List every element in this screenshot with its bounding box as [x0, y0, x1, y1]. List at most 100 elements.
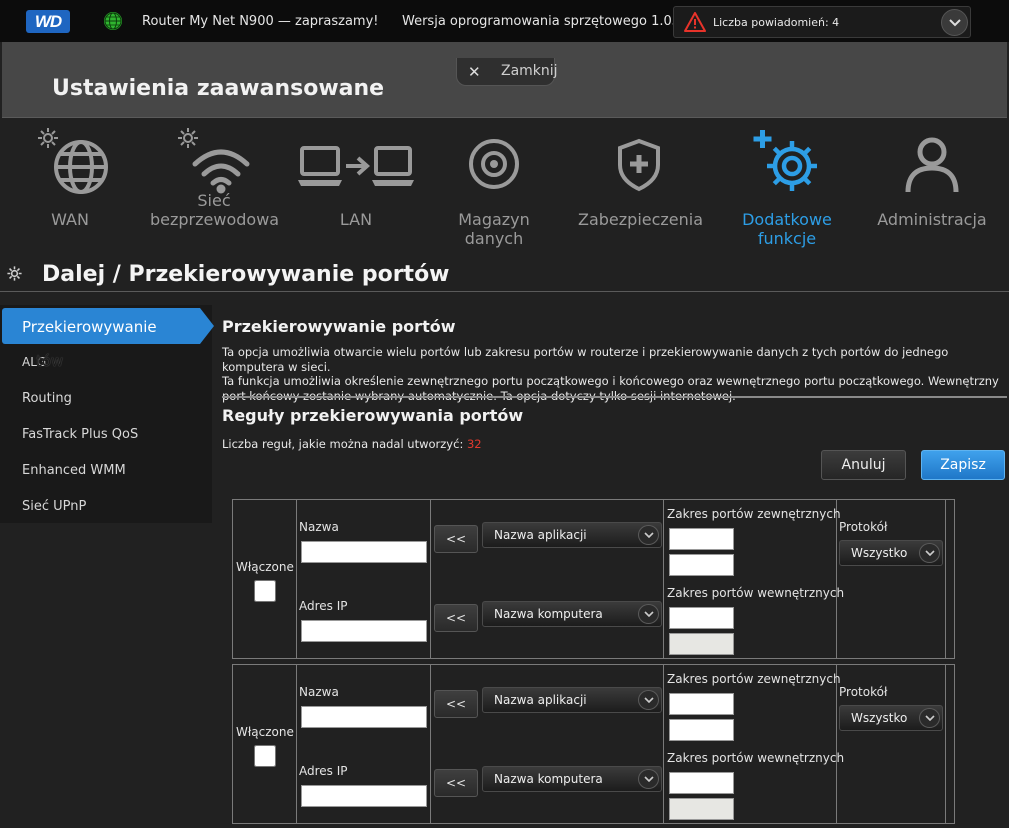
sidebar-item-fastrack-qos[interactable]: FasTrack Plus QoS	[22, 427, 138, 442]
gear-plus-icon	[753, 130, 817, 191]
globe-icon	[104, 12, 122, 30]
nav-security-label: Zabezpieczenia	[578, 210, 704, 229]
application-select[interactable]: Nazwa aplikacji	[482, 687, 662, 713]
nav-wireless-label-1: Sieć	[197, 191, 231, 210]
copy-computer-button[interactable]: <<	[434, 769, 478, 797]
application-select-value: Nazwa aplikacji	[494, 693, 587, 707]
rules-count-label: Liczba reguł, jakie można nadal utworzyć…	[222, 437, 464, 451]
nav-storage-label: Magazyn danych	[458, 210, 530, 248]
enabled-checkbox[interactable]	[254, 580, 276, 602]
port-rule-1: Włączone Nazwa Adres IP << Nazwa aplikac…	[232, 499, 955, 659]
internal-port-start[interactable]	[669, 772, 734, 794]
protocol-select[interactable]: Wszystko	[839, 705, 943, 731]
nav-wan-label: WAN	[51, 210, 89, 229]
nav-wireless-label-2: bezprzewodowa	[150, 210, 280, 229]
internal-port-end	[669, 633, 734, 655]
ip-input[interactable]	[301, 785, 427, 807]
external-range-label: Zakres portów zewnętrznych	[667, 507, 841, 521]
nav-security[interactable]: Zabezpieczenia	[578, 120, 704, 242]
protocol-label: Protokół	[839, 685, 888, 699]
nav-lan[interactable]: LAN	[296, 120, 416, 242]
disc-icon	[469, 139, 519, 189]
computer-select[interactable]: Nazwa komputera	[482, 766, 662, 792]
copy-computer-button[interactable]: <<	[434, 604, 478, 632]
chevron-down-icon	[638, 604, 659, 624]
port-rule-2: Włączone Nazwa Adres IP << Nazwa aplikac…	[232, 664, 955, 824]
sidebar-item-upnp[interactable]: Sieć UPnP	[22, 499, 86, 514]
page-title: Ustawienia zaawansowane	[52, 76, 385, 101]
sidebar-item-enhanced-wmm[interactable]: Enhanced WMM	[22, 463, 126, 478]
sidebar-item-label: Routing	[22, 391, 72, 406]
close-button[interactable]: ✕ Zamknij	[456, 58, 558, 86]
description-line-1: Ta opcja umożliwia otwarcie wielu portów…	[222, 345, 949, 374]
breadcrumb-row: Dalej / Przekierowywanie portów	[0, 252, 1009, 292]
description: Ta opcja umożliwia otwarcie wielu portów…	[222, 345, 1008, 403]
enabled-label: Włączone	[236, 560, 294, 574]
computer-select-value: Nazwa komputera	[494, 772, 603, 786]
top-bar: WD Router My Net N900 — zapraszamy! Wers…	[0, 0, 1009, 42]
name-input[interactable]	[301, 706, 427, 728]
user-icon	[905, 137, 959, 193]
wifi-icon	[192, 149, 250, 194]
notifications-count-label: Liczba powiadomień: 4	[713, 16, 840, 29]
protocol-select-value: Wszystko	[851, 546, 908, 560]
rules-count-value: 32	[466, 437, 482, 451]
chevron-down-icon[interactable]	[941, 9, 968, 36]
nav-administration[interactable]: Administracja	[876, 120, 988, 242]
nav-additional-features[interactable]: Dodatkowe funkcje	[716, 120, 858, 248]
firmware-version: Wersja oprogramowania sprzętowego 1.03.1…	[402, 14, 701, 29]
nav-wireless[interactable]: Sieć bezprzewodowa	[150, 120, 280, 242]
main-nav: WAN Sieć bezprzewodowa LAN Magazyn danyc…	[0, 120, 1009, 248]
application-select[interactable]: Nazwa aplikacji	[482, 522, 662, 548]
chevron-down-icon	[638, 690, 659, 710]
ip-label: Adres IP	[299, 599, 348, 613]
description-line-2: Ta funkcja umożliwia określenie zewnętrz…	[222, 374, 999, 403]
ip-label: Adres IP	[299, 764, 348, 778]
sidebar-item-alg[interactable]: ALG tów	[22, 352, 63, 370]
copy-app-button[interactable]: <<	[434, 525, 478, 553]
application-select-value: Nazwa aplikacji	[494, 528, 587, 542]
close-icon: ✕	[468, 63, 481, 81]
sidebar-item-label: Sieć UPnP	[22, 499, 87, 514]
sidebar-item-label: Enhanced WMM	[22, 463, 126, 478]
external-port-start[interactable]	[669, 528, 734, 550]
internal-port-start[interactable]	[669, 607, 734, 629]
computer-select-value: Nazwa komputera	[494, 607, 603, 621]
rules-count: Liczba reguł, jakie można nadal utworzyć…	[222, 437, 482, 451]
warning-icon	[684, 12, 706, 32]
enabled-label: Włączone	[236, 725, 294, 739]
ip-input[interactable]	[301, 620, 427, 642]
cancel-button[interactable]: Anuluj	[821, 450, 906, 480]
chevron-down-icon	[638, 525, 659, 545]
name-label: Nazwa	[299, 685, 339, 699]
name-input[interactable]	[301, 541, 427, 563]
computer-select[interactable]: Nazwa komputera	[482, 601, 662, 627]
external-range-label: Zakres portów zewnętrznych	[667, 672, 841, 686]
section-title: Przekierowywanie portów	[222, 317, 456, 336]
protocol-select[interactable]: Wszystko	[839, 540, 943, 566]
copy-app-button[interactable]: <<	[434, 690, 478, 718]
sidebar-overlap-text: tów	[36, 352, 64, 370]
external-port-end[interactable]	[669, 554, 734, 576]
gear-icon	[7, 266, 22, 281]
sidebar-item-label: Przekierowywanie	[22, 318, 157, 336]
protocol-select-value: Wszystko	[851, 711, 908, 725]
nav-wan[interactable]: WAN	[20, 120, 120, 242]
shield-icon	[618, 138, 660, 192]
wd-logo: WD	[26, 10, 70, 33]
lan-computers-icon	[298, 146, 414, 186]
close-label: Zamknij	[501, 63, 558, 79]
enabled-checkbox[interactable]	[254, 745, 276, 767]
router-welcome-text: Router My Net N900 — zapraszamy!	[142, 14, 379, 29]
external-port-end[interactable]	[669, 719, 734, 741]
internal-range-label: Zakres portów wewnętrznych	[667, 586, 845, 600]
external-port-start[interactable]	[669, 693, 734, 715]
notifications-dropdown[interactable]: Liczba powiadomień: 4	[673, 6, 971, 38]
save-button[interactable]: Zapisz	[921, 450, 1005, 480]
sidebar: Przekierowywanie ALG tów Routing FasTrac…	[0, 305, 214, 523]
chevron-down-icon	[919, 708, 940, 728]
sidebar-item-routing[interactable]: Routing	[22, 391, 72, 406]
sidebar-item-port-forwarding[interactable]: Przekierowywanie	[2, 308, 214, 344]
chevron-down-icon	[919, 543, 940, 563]
nav-storage[interactable]: Magazyn danych	[430, 120, 558, 248]
